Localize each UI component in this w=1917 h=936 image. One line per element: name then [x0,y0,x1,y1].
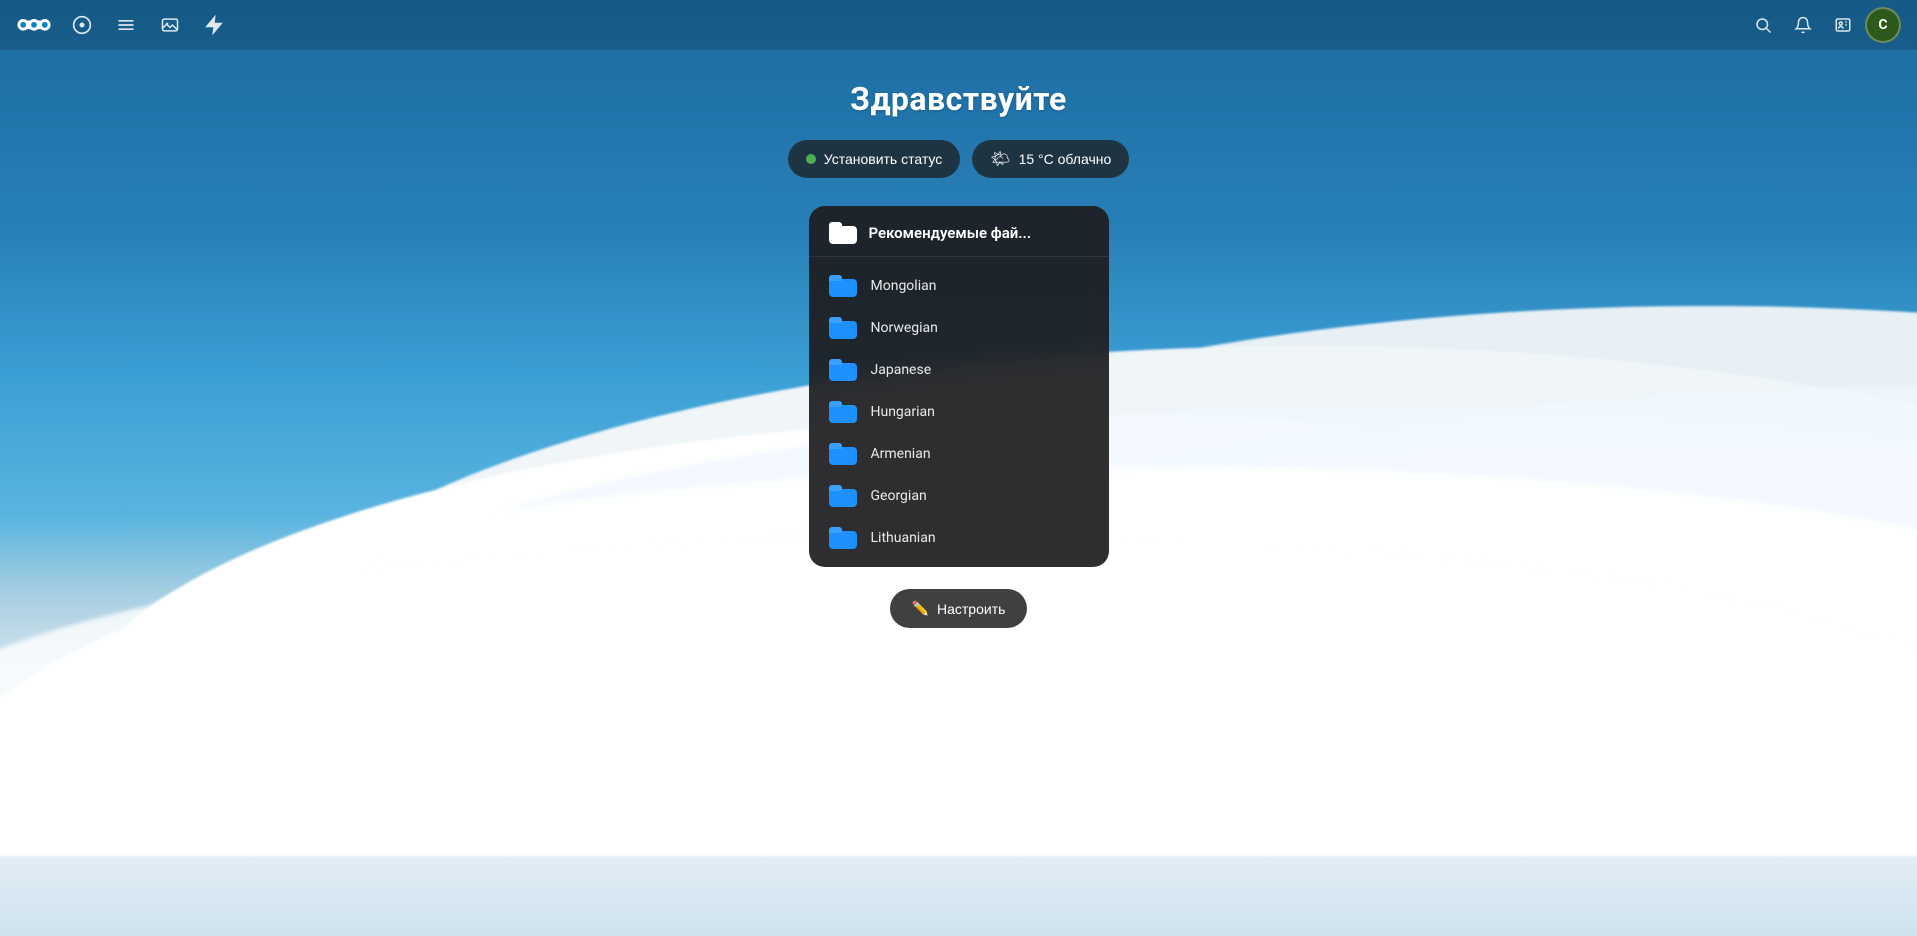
file-name: Lithuanian [871,530,936,546]
notifications-button[interactable] [1785,7,1821,43]
nextcloud-logo[interactable] [16,7,52,43]
nav-item-photos[interactable] [152,7,188,43]
main-content: Здравствуйте Установить статус 🌤 15 °С о… [0,0,1917,936]
set-status-label: Установить статус [824,151,943,167]
customize-label: Настроить [937,601,1005,617]
list-item[interactable]: Japanese [809,349,1109,391]
action-buttons: Установить статус 🌤 15 °С облачно [788,140,1130,178]
folder-icon [829,527,857,549]
folder-icon [829,485,857,507]
recommended-files-card: Рекомендуемые фай... Mongolian Norwegian… [809,206,1109,567]
pencil-icon: ✏️ [912,600,929,617]
list-item[interactable]: Armenian [809,433,1109,475]
weather-label: 15 °С облачно [1019,151,1112,167]
weather-button[interactable]: 🌤 15 °С облачно [972,140,1129,178]
folder-icon [829,275,857,297]
user-avatar[interactable]: C [1865,7,1901,43]
customize-button[interactable]: ✏️ Настроить [890,589,1028,628]
list-item[interactable]: Hungarian [809,391,1109,433]
card-title: Рекомендуемые фай... [869,224,1032,242]
folder-icon [829,359,857,381]
folder-icon [829,401,857,423]
list-item[interactable]: Mongolian [809,265,1109,307]
status-dot [806,154,816,164]
file-name: Hungarian [871,404,935,420]
file-name: Norwegian [871,320,938,336]
folder-icon [829,317,857,339]
file-name: Georgian [871,488,927,504]
nav-left [16,7,1745,43]
nav-item-activity[interactable] [196,7,232,43]
list-item[interactable]: Norwegian [809,307,1109,349]
contacts-button[interactable] [1825,7,1861,43]
file-name: Japanese [871,362,932,378]
file-list: Mongolian Norwegian Japanese Hungarian A… [809,257,1109,567]
set-status-button[interactable]: Установить статус [788,140,961,178]
file-name: Armenian [871,446,931,462]
weather-icon: 🌤 [990,149,1010,169]
nav-right: C [1745,7,1901,43]
nav-item-files[interactable] [108,7,144,43]
file-name: Mongolian [871,278,937,294]
navbar: C [0,0,1917,50]
greeting-text: Здравствуйте [850,80,1067,118]
folder-icon [829,443,857,465]
list-item[interactable]: Lithuanian [809,517,1109,559]
card-header: Рекомендуемые фай... [809,206,1109,257]
search-button[interactable] [1745,7,1781,43]
nav-item-dashboard[interactable] [64,7,100,43]
folder-header-icon [829,222,857,244]
list-item[interactable]: Georgian [809,475,1109,517]
